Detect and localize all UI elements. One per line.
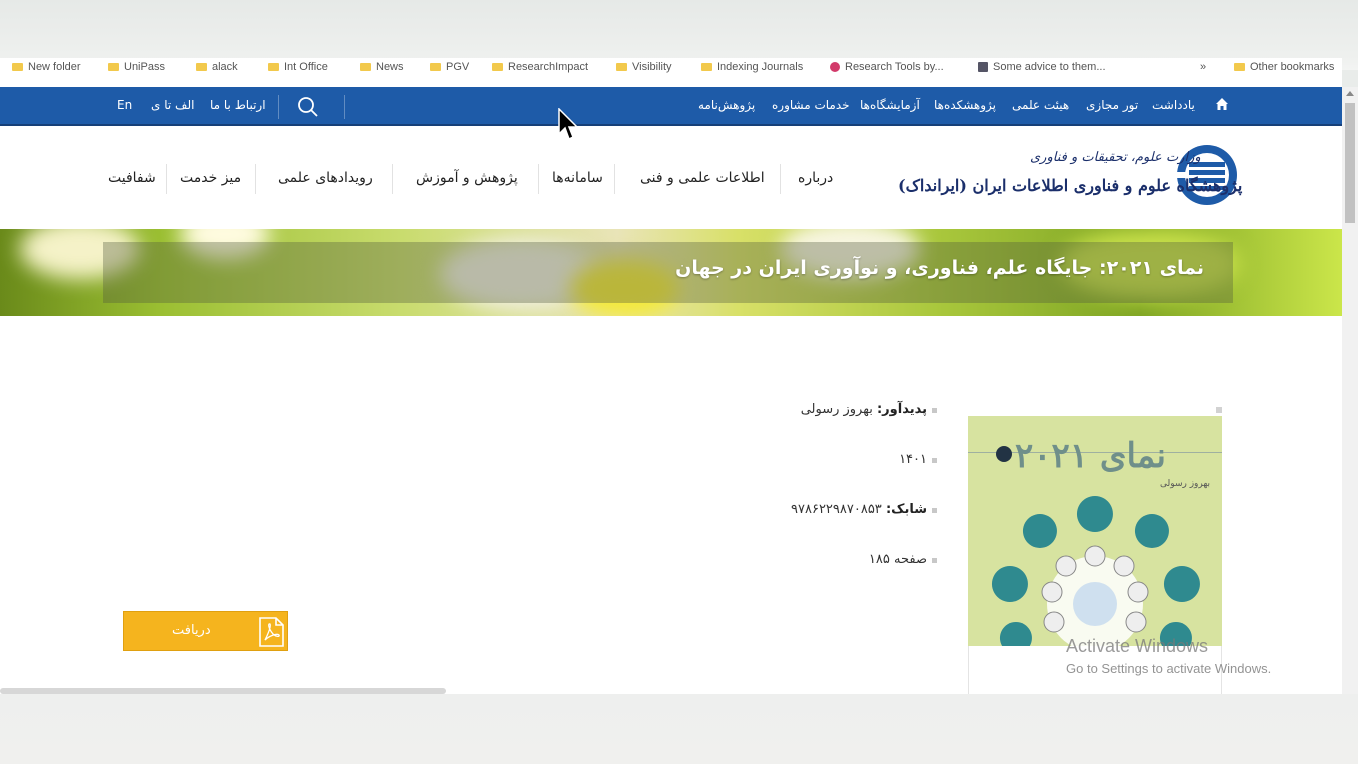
language-switch[interactable]: En (117, 98, 132, 112)
org-name[interactable]: پژوهشگاه علوم و فناوری اطلاعات ایران (ای… (898, 176, 1242, 195)
nav-divider (538, 164, 539, 194)
search-icon[interactable] (296, 95, 320, 119)
bookmark-item[interactable]: Indexing Journals (701, 61, 803, 73)
folder-icon (701, 63, 712, 72)
browser-window: New folder UniPass alack Int Office News… (0, 0, 1358, 764)
mouse-cursor-icon (558, 108, 579, 141)
page-banner: نمای ۲۰۲۱: جایگاه علم، فناوری، و نوآوری … (0, 229, 1342, 316)
book-year: ۱۴۰۱ (899, 452, 927, 467)
bookmark-item[interactable]: New folder (12, 61, 81, 73)
book-isbn: شابک: ۹۷۸۶۲۲۹۸۷۰۸۵۳ (791, 502, 927, 517)
topnav-item-journal[interactable]: پژوهش‌نامه (698, 98, 755, 112)
folder-icon (492, 63, 503, 72)
nav-divider (780, 164, 781, 194)
topnav-item-virtual-tour[interactable]: تور مجازی (1086, 98, 1138, 112)
book-creator: پدیدآور: بهروز رسولی (801, 402, 927, 417)
cover-author: بهروز رسولی (1160, 479, 1210, 489)
bookmarks-overflow-icon[interactable]: » (1200, 61, 1206, 73)
folder-icon (430, 63, 441, 72)
top-navbar: یادداشت تور مجازی هیئت علمی پژوهشکده‌ها … (0, 87, 1342, 126)
list-bullet (932, 558, 937, 563)
download-button[interactable]: دریافت (123, 611, 288, 651)
topnav-az-link[interactable]: الف تا ی (151, 98, 194, 112)
nav-divider (614, 164, 615, 194)
nav-item-service-desk[interactable]: میز خدمت (180, 170, 241, 186)
nav-item-systems[interactable]: سامانه‌ها (552, 170, 603, 186)
vertical-scrollbar[interactable] (1342, 87, 1358, 694)
org-ministry-name: وزارت علوم، تحقیقات و فناوری (1030, 150, 1201, 165)
topnav-divider (278, 95, 279, 119)
home-icon[interactable] (1215, 97, 1229, 111)
nav-item-research-education[interactable]: پژوهش و آموزش (416, 170, 518, 186)
creator-value: بهروز رسولی (800, 402, 873, 417)
topnav-item-faculty[interactable]: هیئت علمی (1012, 98, 1069, 112)
site-header: وزارت علوم، تحقیقات و فناوری پژوهشگاه عل… (0, 126, 1342, 229)
book-pages: ۱۸۵ صفحه (868, 552, 927, 567)
windows-activation-subtitle: Go to Settings to activate Windows. (1066, 661, 1272, 676)
nav-item-about[interactable]: درباره (798, 170, 833, 186)
nav-item-events[interactable]: رویدادهای علمی (278, 170, 373, 186)
bookmark-item[interactable]: PGV (430, 61, 469, 73)
site-icon (978, 62, 988, 73)
pdf-icon (259, 617, 284, 647)
bookmark-item[interactable]: Other bookmarks (1234, 61, 1334, 73)
topnav-item-labs[interactable]: آزمایشگاه‌ها (860, 98, 920, 112)
bookmark-item[interactable]: UniPass (108, 61, 165, 73)
bookmark-item[interactable]: alack (196, 61, 238, 73)
isbn-value: ۹۷۸۶۲۲۹۸۷۰۸۵۳ (791, 502, 882, 517)
nav-divider (392, 164, 393, 194)
topnav-item-institutes[interactable]: پژوهشکده‌ها (934, 98, 996, 112)
cover-corner-marker (1216, 407, 1222, 413)
list-bullet (932, 508, 937, 513)
isbn-label: شابک: (885, 502, 927, 517)
folder-icon (12, 63, 23, 72)
folder-icon (1234, 63, 1245, 72)
windows-activation-title: Activate Windows (1066, 636, 1209, 656)
folder-icon (360, 63, 371, 72)
topnav-item-consulting[interactable]: خدمات مشاوره (772, 98, 850, 112)
bookmark-item[interactable]: Int Office (268, 61, 328, 73)
folder-icon (196, 63, 207, 72)
topnav-item-notes[interactable]: یادداشت (1152, 98, 1195, 112)
bookmark-item[interactable]: News (360, 61, 404, 73)
topnav-divider (344, 95, 345, 119)
cover-infographic (991, 496, 1200, 646)
folder-icon (616, 63, 627, 72)
download-label: دریافت (172, 623, 211, 638)
scrollbar-thumb[interactable] (1345, 103, 1355, 223)
topnav-contact-link[interactable]: ارتباط با ما (210, 98, 266, 112)
folder-icon (108, 63, 119, 72)
site-icon (830, 62, 840, 73)
scroll-up-arrow-icon[interactable] (1346, 91, 1354, 96)
bookmark-item[interactable]: Research Tools by... (830, 61, 944, 73)
list-bullet (932, 408, 937, 413)
bookmark-item[interactable]: Visibility (616, 61, 672, 73)
blurred-bottom-area (0, 694, 1358, 764)
nav-item-transparency[interactable]: شفافیت (108, 170, 156, 186)
bookmarks-bar: New folder UniPass alack Int Office News… (0, 58, 1342, 87)
folder-icon (268, 63, 279, 72)
nav-divider (166, 164, 167, 194)
page-title: نمای ۲۰۲۱: جایگاه علم، فناوری، و نوآوری … (675, 257, 1204, 279)
creator-label: پدیدآور: (876, 402, 927, 417)
book-cover-image[interactable]: نمای ۲۰۲۱ بهروز رسولی (968, 416, 1222, 646)
cover-logo (996, 446, 1012, 462)
bookmark-item[interactable]: ResearchImpact (492, 61, 588, 73)
list-bullet (932, 458, 937, 463)
bookmark-item[interactable]: Some advice to them... (978, 61, 1106, 73)
nav-divider (255, 164, 256, 194)
cover-title: نمای ۲۰۲۱ (1015, 436, 1166, 476)
nav-item-scientific-info[interactable]: اطلاعات علمی و فنی (640, 170, 765, 186)
